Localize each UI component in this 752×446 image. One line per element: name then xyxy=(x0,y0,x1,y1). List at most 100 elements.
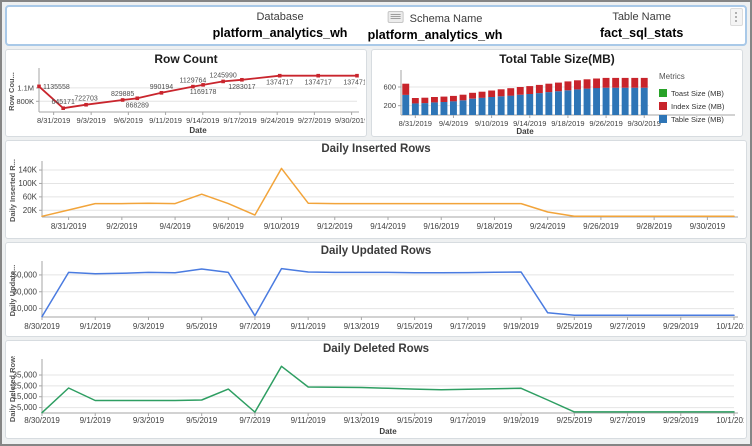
svg-text:10/1/2019: 10/1/2019 xyxy=(716,416,744,425)
svg-text:1374717: 1374717 xyxy=(266,80,293,87)
svg-text:9/14/2019: 9/14/2019 xyxy=(370,222,406,231)
svg-text:Table Size (MB): Table Size (MB) xyxy=(671,115,724,124)
svg-text:9/4/2019: 9/4/2019 xyxy=(439,119,468,128)
svg-text:600: 600 xyxy=(383,83,396,92)
svg-text:9/3/2019: 9/3/2019 xyxy=(133,416,165,425)
svg-text:9/6/2019: 9/6/2019 xyxy=(213,222,245,231)
svg-text:800K: 800K xyxy=(16,97,34,106)
daily-updated-rows-chart-title: Daily Updated Rows xyxy=(6,243,746,258)
svg-text:9/4/2019: 9/4/2019 xyxy=(160,222,192,231)
svg-text:9/17/2019: 9/17/2019 xyxy=(450,416,486,425)
svg-text:Daily Inserted R...: Daily Inserted R... xyxy=(8,159,17,222)
svg-text:Date: Date xyxy=(516,127,534,135)
svg-text:1245990: 1245990 xyxy=(209,72,236,79)
svg-text:9/1/2019: 9/1/2019 xyxy=(80,322,112,331)
row-count-chart-card: Row Count 800K1.1M8/31/20199/3/20199/6/2… xyxy=(5,49,367,137)
daily-deleted-rows-chart[interactable]: 5,00015,00025,00035,0008/30/20199/1/2019… xyxy=(8,356,744,438)
table-name-value: fact_sql_stats xyxy=(600,26,683,40)
daily-inserted-rows-chart-title: Daily Inserted Rows xyxy=(6,141,746,156)
svg-text:9/19/2019: 9/19/2019 xyxy=(503,322,539,331)
svg-text:200: 200 xyxy=(383,101,396,110)
svg-text:9/3/2019: 9/3/2019 xyxy=(77,116,106,125)
svg-text:1374717: 1374717 xyxy=(343,80,365,87)
daily-deleted-rows-chart-card: Daily Deleted Rows 5,00015,00025,00035,0… xyxy=(5,340,747,439)
svg-text:9/27/2019: 9/27/2019 xyxy=(298,116,331,125)
svg-text:9/11/2019: 9/11/2019 xyxy=(291,322,327,331)
svg-text:9/24/2019: 9/24/2019 xyxy=(260,116,293,125)
svg-text:9/28/2019: 9/28/2019 xyxy=(636,222,672,231)
svg-text:Metrics: Metrics xyxy=(659,72,685,81)
table-name-field: Table Name fact_sql_stats xyxy=(600,11,683,40)
svg-text:8/31/2019: 8/31/2019 xyxy=(399,119,432,128)
row-count-chart-title: Row Count xyxy=(6,50,366,65)
schema-name-label: Schema Name xyxy=(410,13,483,25)
daily-deleted-rows-chart-title: Daily Deleted Rows xyxy=(6,341,746,356)
svg-text:9/18/2019: 9/18/2019 xyxy=(551,119,584,128)
svg-text:1374717: 1374717 xyxy=(305,80,332,87)
svg-text:9/30/2019: 9/30/2019 xyxy=(690,222,726,231)
hamburger-menu-icon[interactable] xyxy=(388,11,404,23)
svg-text:9/26/2019: 9/26/2019 xyxy=(583,222,619,231)
svg-text:8/31/2019: 8/31/2019 xyxy=(51,222,87,231)
database-label: Database xyxy=(213,11,348,23)
database-value: platform_analytics_wh xyxy=(213,26,348,40)
svg-text:10/1/2019: 10/1/2019 xyxy=(716,322,744,331)
kebab-menu-icon[interactable] xyxy=(730,8,743,26)
svg-text:645171: 645171 xyxy=(51,99,74,106)
svg-text:Row Cou...: Row Cou... xyxy=(7,72,16,111)
svg-text:1.1M: 1.1M xyxy=(17,83,34,92)
schema-name-value: platform_analytics_wh xyxy=(368,28,503,42)
svg-text:9/7/2019: 9/7/2019 xyxy=(239,416,271,425)
daily-inserted-rows-chart-card: Daily Inserted Rows 20K60K100K140K8/31/2… xyxy=(5,140,747,239)
daily-inserted-rows-chart[interactable]: 20K60K100K140K8/31/20199/2/20199/4/20199… xyxy=(8,156,744,238)
parameters-header: Database platform_analytics_wh Schema Na… xyxy=(5,5,747,46)
row-count-chart[interactable]: 800K1.1M8/31/20199/3/20199/6/20199/11/20… xyxy=(7,65,365,135)
dashboard: Database platform_analytics_wh Schema Na… xyxy=(0,0,752,446)
total-table-size-chart[interactable]: 2006008/31/20199/4/20199/10/20199/14/201… xyxy=(373,65,741,135)
top-charts-row: Row Count 800K1.1M8/31/20199/3/20199/6/2… xyxy=(5,49,747,137)
database-field: Database platform_analytics_wh xyxy=(213,11,348,40)
svg-text:722703: 722703 xyxy=(74,96,97,103)
svg-text:140K: 140K xyxy=(18,166,37,175)
svg-text:9/2/2019: 9/2/2019 xyxy=(106,222,138,231)
svg-text:9/15/2019: 9/15/2019 xyxy=(397,322,433,331)
svg-text:Toast Size (MB): Toast Size (MB) xyxy=(671,89,724,98)
schema-name-label-row: Schema Name xyxy=(368,11,503,25)
schema-name-field: Schema Name platform_analytics_wh xyxy=(368,11,503,42)
svg-text:Daily Update...: Daily Update... xyxy=(8,265,17,317)
svg-text:9/15/2019: 9/15/2019 xyxy=(397,416,433,425)
table-name-label: Table Name xyxy=(600,11,683,23)
svg-text:9/14/2019: 9/14/2019 xyxy=(186,116,219,125)
svg-text:9/17/2019: 9/17/2019 xyxy=(223,116,256,125)
svg-text:8/30/2019: 8/30/2019 xyxy=(24,322,60,331)
svg-text:9/27/2019: 9/27/2019 xyxy=(610,416,646,425)
svg-text:9/11/2019: 9/11/2019 xyxy=(291,416,327,425)
svg-text:868289: 868289 xyxy=(126,102,149,109)
svg-text:20K: 20K xyxy=(23,206,38,215)
svg-text:9/10/2019: 9/10/2019 xyxy=(264,222,300,231)
svg-text:Date: Date xyxy=(189,126,207,135)
svg-text:9/3/2019: 9/3/2019 xyxy=(133,322,165,331)
svg-text:9/25/2019: 9/25/2019 xyxy=(557,416,593,425)
svg-text:9/27/2019: 9/27/2019 xyxy=(610,322,646,331)
svg-text:9/13/2019: 9/13/2019 xyxy=(344,416,380,425)
svg-text:1135558: 1135558 xyxy=(43,84,70,91)
svg-text:9/26/2019: 9/26/2019 xyxy=(589,119,622,128)
svg-text:9/29/2019: 9/29/2019 xyxy=(663,322,699,331)
daily-updated-rows-chart-card: Daily Updated Rows 10,00030,00050,0008/3… xyxy=(5,242,747,337)
svg-text:9/7/2019: 9/7/2019 xyxy=(239,322,271,331)
svg-text:9/17/2019: 9/17/2019 xyxy=(450,322,486,331)
svg-text:9/24/2019: 9/24/2019 xyxy=(530,222,566,231)
total-table-size-chart-title: Total Table Size(MB) xyxy=(372,50,742,65)
total-table-size-chart-card: Total Table Size(MB) 200 600 8/31/2019 9/4/… xyxy=(371,49,743,137)
svg-text:9/30/2019: 9/30/2019 xyxy=(628,119,661,128)
svg-text:9/5/2019: 9/5/2019 xyxy=(186,416,218,425)
svg-text:9/29/2019: 9/29/2019 xyxy=(663,416,699,425)
svg-text:829885: 829885 xyxy=(111,91,134,98)
svg-text:990194: 990194 xyxy=(150,84,173,91)
daily-updated-rows-chart[interactable]: 10,00030,00050,0008/30/20199/1/20199/3/2… xyxy=(8,258,744,336)
svg-text:9/5/2019: 9/5/2019 xyxy=(186,322,218,331)
svg-text:9/10/2019: 9/10/2019 xyxy=(475,119,508,128)
svg-text:60K: 60K xyxy=(23,192,38,201)
svg-text:9/18/2019: 9/18/2019 xyxy=(477,222,513,231)
